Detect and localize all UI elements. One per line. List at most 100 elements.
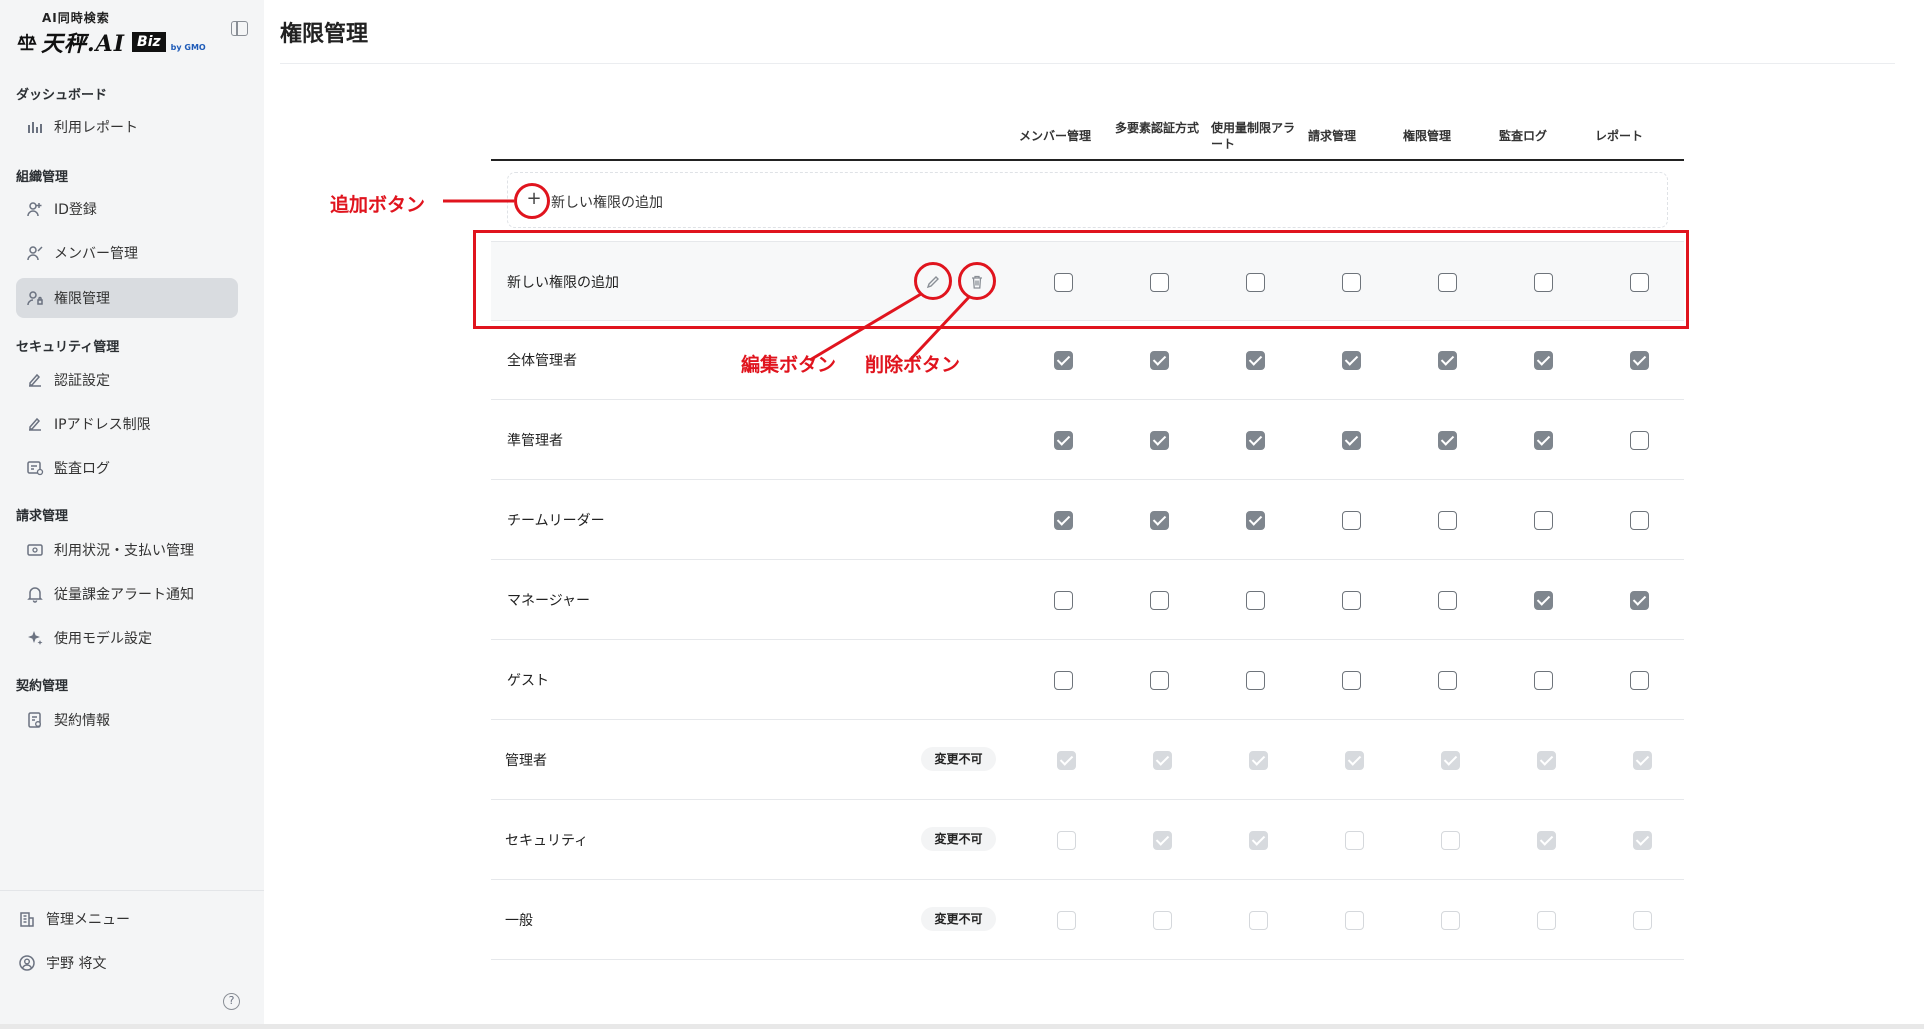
permission-checkbox[interactable] [1630, 511, 1649, 530]
permission-checkbox[interactable] [1246, 431, 1265, 450]
permission-checkbox [1441, 831, 1460, 850]
column-header-billing: 請求管理 [1307, 129, 1356, 143]
locked-badge: 変更不可 [921, 907, 996, 931]
logo-badge: Biz [132, 32, 166, 52]
signature-icon [26, 371, 44, 389]
permission-checkbox[interactable] [1534, 351, 1553, 370]
column-header-permission: 権限管理 [1402, 129, 1451, 143]
add-permission-label[interactable]: 新しい権限の追加 [551, 192, 663, 212]
permission-checkbox[interactable] [1342, 351, 1361, 370]
permission-checkbox[interactable] [1054, 591, 1073, 610]
sidebar-item-user-account[interactable]: 宇野 将文 [8, 943, 230, 983]
permission-checkbox[interactable] [1246, 591, 1265, 610]
permission-checkbox[interactable] [1246, 671, 1265, 690]
sidebar-item-label: 監査ログ [54, 461, 110, 477]
permission-checkbox[interactable] [1438, 671, 1457, 690]
permission-checkbox[interactable] [1150, 431, 1169, 450]
sidebar-item-contract-info[interactable]: 契約情報 [16, 700, 238, 740]
permission-checkbox [1153, 751, 1172, 770]
table-row: 一般 変更不可 [491, 880, 1684, 960]
permission-checkbox [1441, 751, 1460, 770]
annotation-highlight-row [473, 230, 1689, 329]
permission-checkbox[interactable] [1342, 511, 1361, 530]
column-header-audit-log: 監査ログ [1498, 129, 1547, 143]
sidebar: AI同時検索 天秤.AI Biz by GMO ダッシュボード 利用レポート 組… [0, 0, 264, 1024]
permission-checkbox[interactable] [1438, 591, 1457, 610]
column-header-member: メンバー管理 [1018, 129, 1091, 143]
permission-checkbox[interactable] [1342, 591, 1361, 610]
permission-checkbox [1057, 751, 1076, 770]
permission-checkbox[interactable] [1438, 431, 1457, 450]
permission-checkbox [1537, 751, 1556, 770]
nav-section-security: セキュリティ管理 [16, 340, 120, 355]
sidebar-item-admin-menu[interactable]: 管理メニュー [8, 899, 230, 939]
logo[interactable]: 天秤.AI Biz by GMO [16, 26, 206, 58]
permission-checkbox[interactable] [1246, 511, 1265, 530]
sidebar-item-label: メンバー管理 [54, 246, 138, 262]
table-row: チームリーダー [491, 480, 1684, 560]
sidebar-item-label: 利用状況・支払い管理 [54, 543, 194, 559]
permission-checkbox[interactable] [1150, 591, 1169, 610]
permission-checkbox[interactable] [1054, 351, 1073, 370]
permission-name: チームリーダー [507, 513, 605, 529]
permission-checkbox[interactable] [1246, 351, 1265, 370]
permission-checkbox[interactable] [1438, 351, 1457, 370]
sidebar-item-label: 利用レポート [54, 120, 138, 136]
permission-name: 全体管理者 [507, 353, 577, 369]
sidebar-item-label: ID登録 [54, 202, 97, 218]
user-circle-icon [18, 954, 36, 972]
sidebar-item-label: 認証設定 [54, 373, 110, 389]
table-row: ゲスト [491, 640, 1684, 720]
window-bottom-bar [0, 1024, 1924, 1029]
sidebar-divider [0, 890, 264, 891]
sidebar-item-model-settings[interactable]: 使用モデル設定 [16, 618, 238, 658]
add-permission-row[interactable] [507, 172, 1668, 228]
permission-checkbox [1633, 751, 1652, 770]
annotation-circle-add [514, 183, 550, 219]
logo-text: 天秤.AI [41, 31, 126, 57]
sidebar-item-id-registration[interactable]: ID登録 [16, 189, 238, 229]
permission-checkbox[interactable] [1630, 671, 1649, 690]
sidebar-user-name: 宇野 将文 [46, 956, 107, 972]
sidebar-item-label: 管理メニュー [46, 912, 130, 928]
sidebar-item-usage-payment[interactable]: 利用状況・支払い管理 [16, 530, 238, 570]
sidebar-item-label: 権限管理 [54, 291, 110, 307]
column-header-report: レポート [1594, 129, 1643, 143]
permission-checkbox[interactable] [1534, 431, 1553, 450]
sidebar-item-permission-management[interactable]: 権限管理 [16, 278, 238, 318]
sidebar-item-ip-restriction[interactable]: IPアドレス制限 [16, 404, 238, 444]
permission-checkbox[interactable] [1534, 671, 1553, 690]
permission-checkbox[interactable] [1054, 431, 1073, 450]
sidebar-item-usage-report[interactable]: 利用レポート [16, 107, 238, 147]
permission-checkbox[interactable] [1534, 591, 1553, 610]
sidebar-item-label: 契約情報 [54, 713, 110, 729]
permission-checkbox[interactable] [1534, 511, 1553, 530]
table-row: 準管理者 [491, 400, 1684, 480]
help-icon[interactable]: ? [223, 993, 240, 1010]
permission-checkbox[interactable] [1342, 431, 1361, 450]
permission-checkbox [1345, 911, 1364, 930]
permission-checkbox[interactable] [1342, 671, 1361, 690]
sidebar-item-audit-log[interactable]: 監査ログ [16, 448, 238, 488]
permission-checkbox[interactable] [1150, 671, 1169, 690]
sidebar-item-member-management[interactable]: メンバー管理 [16, 233, 238, 273]
locked-badge: 変更不可 [921, 747, 996, 771]
sidebar-item-auth-settings[interactable]: 認証設定 [16, 360, 238, 400]
permission-checkbox[interactable] [1630, 591, 1649, 610]
sidebar-toggle-icon[interactable] [231, 21, 248, 36]
permission-checkbox [1249, 911, 1268, 930]
permission-checkbox[interactable] [1438, 511, 1457, 530]
sidebar-item-label: 使用モデル設定 [54, 631, 152, 647]
permission-checkbox[interactable] [1054, 671, 1073, 690]
permission-checkbox[interactable] [1150, 351, 1169, 370]
table-header-rule [491, 159, 1684, 161]
permission-checkbox[interactable] [1150, 511, 1169, 530]
sidebar-item-usage-alert[interactable]: 従量課金アラート通知 [16, 574, 238, 614]
permission-checkbox[interactable] [1630, 351, 1649, 370]
permission-checkbox [1345, 751, 1364, 770]
permission-name: ゲスト [507, 673, 549, 689]
permission-checkbox[interactable] [1630, 431, 1649, 450]
permission-checkbox [1441, 911, 1460, 930]
permission-checkbox[interactable] [1054, 511, 1073, 530]
permission-checkbox [1057, 911, 1076, 930]
